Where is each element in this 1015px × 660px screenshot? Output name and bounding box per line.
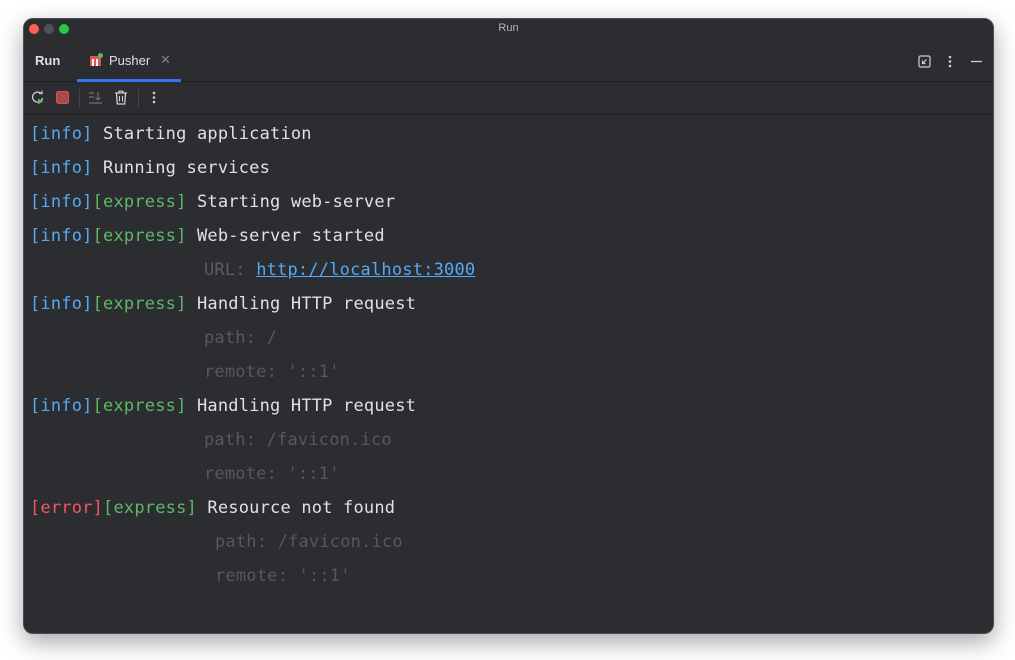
log-level: [info] [30, 158, 93, 178]
log-separator [187, 192, 197, 212]
tab-label: Pusher [109, 53, 151, 68]
console-line: [info][express] Web-server started [30, 219, 385, 253]
log-detail: remote: '::1' [204, 464, 340, 484]
log-message: Web-server started [196, 226, 385, 246]
log-level: [info] [30, 192, 93, 212]
log-level: [info] [30, 124, 93, 144]
stop-icon[interactable] [54, 89, 70, 105]
log-detail: remote: '::1' [215, 566, 351, 586]
more-options-icon[interactable] [943, 54, 957, 68]
log-tag: [express] [92, 396, 187, 416]
log-separator [197, 498, 207, 518]
toolbar-separator [138, 89, 139, 107]
window-actions [917, 53, 983, 69]
tab-pusher[interactable]: Pusher ✕ [77, 41, 181, 82]
tool-window-title: Run [35, 53, 61, 68]
log-detail: path: /favicon.ico [204, 430, 392, 450]
console-line: [error][express] Resource not found [30, 491, 395, 525]
console-line: [info][express] Handling HTTP request [30, 287, 416, 321]
log-tag: [express] [92, 226, 187, 246]
log-tag: [express] [103, 498, 197, 518]
log-detail: path: /favicon.ico [215, 532, 403, 552]
log-level: [info] [30, 294, 93, 314]
log-detail: remote: '::1' [204, 362, 340, 382]
clear-all-icon[interactable] [113, 89, 129, 105]
toolbar-more-icon[interactable] [146, 89, 162, 105]
hide-icon[interactable] [969, 54, 983, 68]
tool-window-header: Run Pusher ✕ [24, 41, 993, 82]
console-line: [info] Starting application [30, 117, 312, 151]
log-level: [info] [30, 396, 93, 416]
log-tag: [express] [92, 192, 187, 212]
log-message: Resource not found [207, 498, 396, 518]
close-tab-icon[interactable]: ✕ [160, 53, 171, 67]
log-message: Starting application [103, 124, 312, 144]
run-toolbar [24, 81, 993, 115]
window-title: Run [498, 22, 519, 34]
log-message: Handling HTTP request [196, 294, 417, 314]
console-line: [info][express] Handling HTTP request [30, 389, 416, 423]
log-separator [187, 226, 197, 246]
log-level: [info] [30, 226, 93, 246]
console-line: [info] Running services [30, 151, 270, 185]
run-config-icon [90, 53, 103, 66]
log-detail: path: / [204, 328, 278, 348]
url-label: URL: [204, 260, 257, 280]
log-message: Handling HTTP request [196, 396, 417, 416]
run-window: Run Run Pusher ✕ [info] Starting applica… [23, 18, 994, 634]
log-message: Starting web-server [196, 192, 396, 212]
log-level: [error] [30, 498, 104, 518]
console-line: URL: http://localhost:3000 [204, 253, 475, 287]
title-bar: Run [24, 19, 993, 39]
console-line: [info][express] Starting web-server [30, 185, 395, 219]
toolbar-separator [79, 89, 80, 107]
log-tag: [express] [92, 294, 187, 314]
localhost-link[interactable]: http://localhost:3000 [256, 260, 475, 280]
rerun-icon[interactable] [29, 89, 45, 105]
restore-layout-icon[interactable] [917, 54, 931, 68]
log-separator [93, 124, 103, 144]
log-separator [187, 294, 197, 314]
log-separator [93, 158, 103, 178]
scroll-to-end-icon[interactable] [87, 89, 103, 105]
log-message: Running services [103, 158, 271, 178]
console-output[interactable]: [info] Starting application [info] Runni… [24, 115, 993, 633]
log-separator [187, 396, 197, 416]
